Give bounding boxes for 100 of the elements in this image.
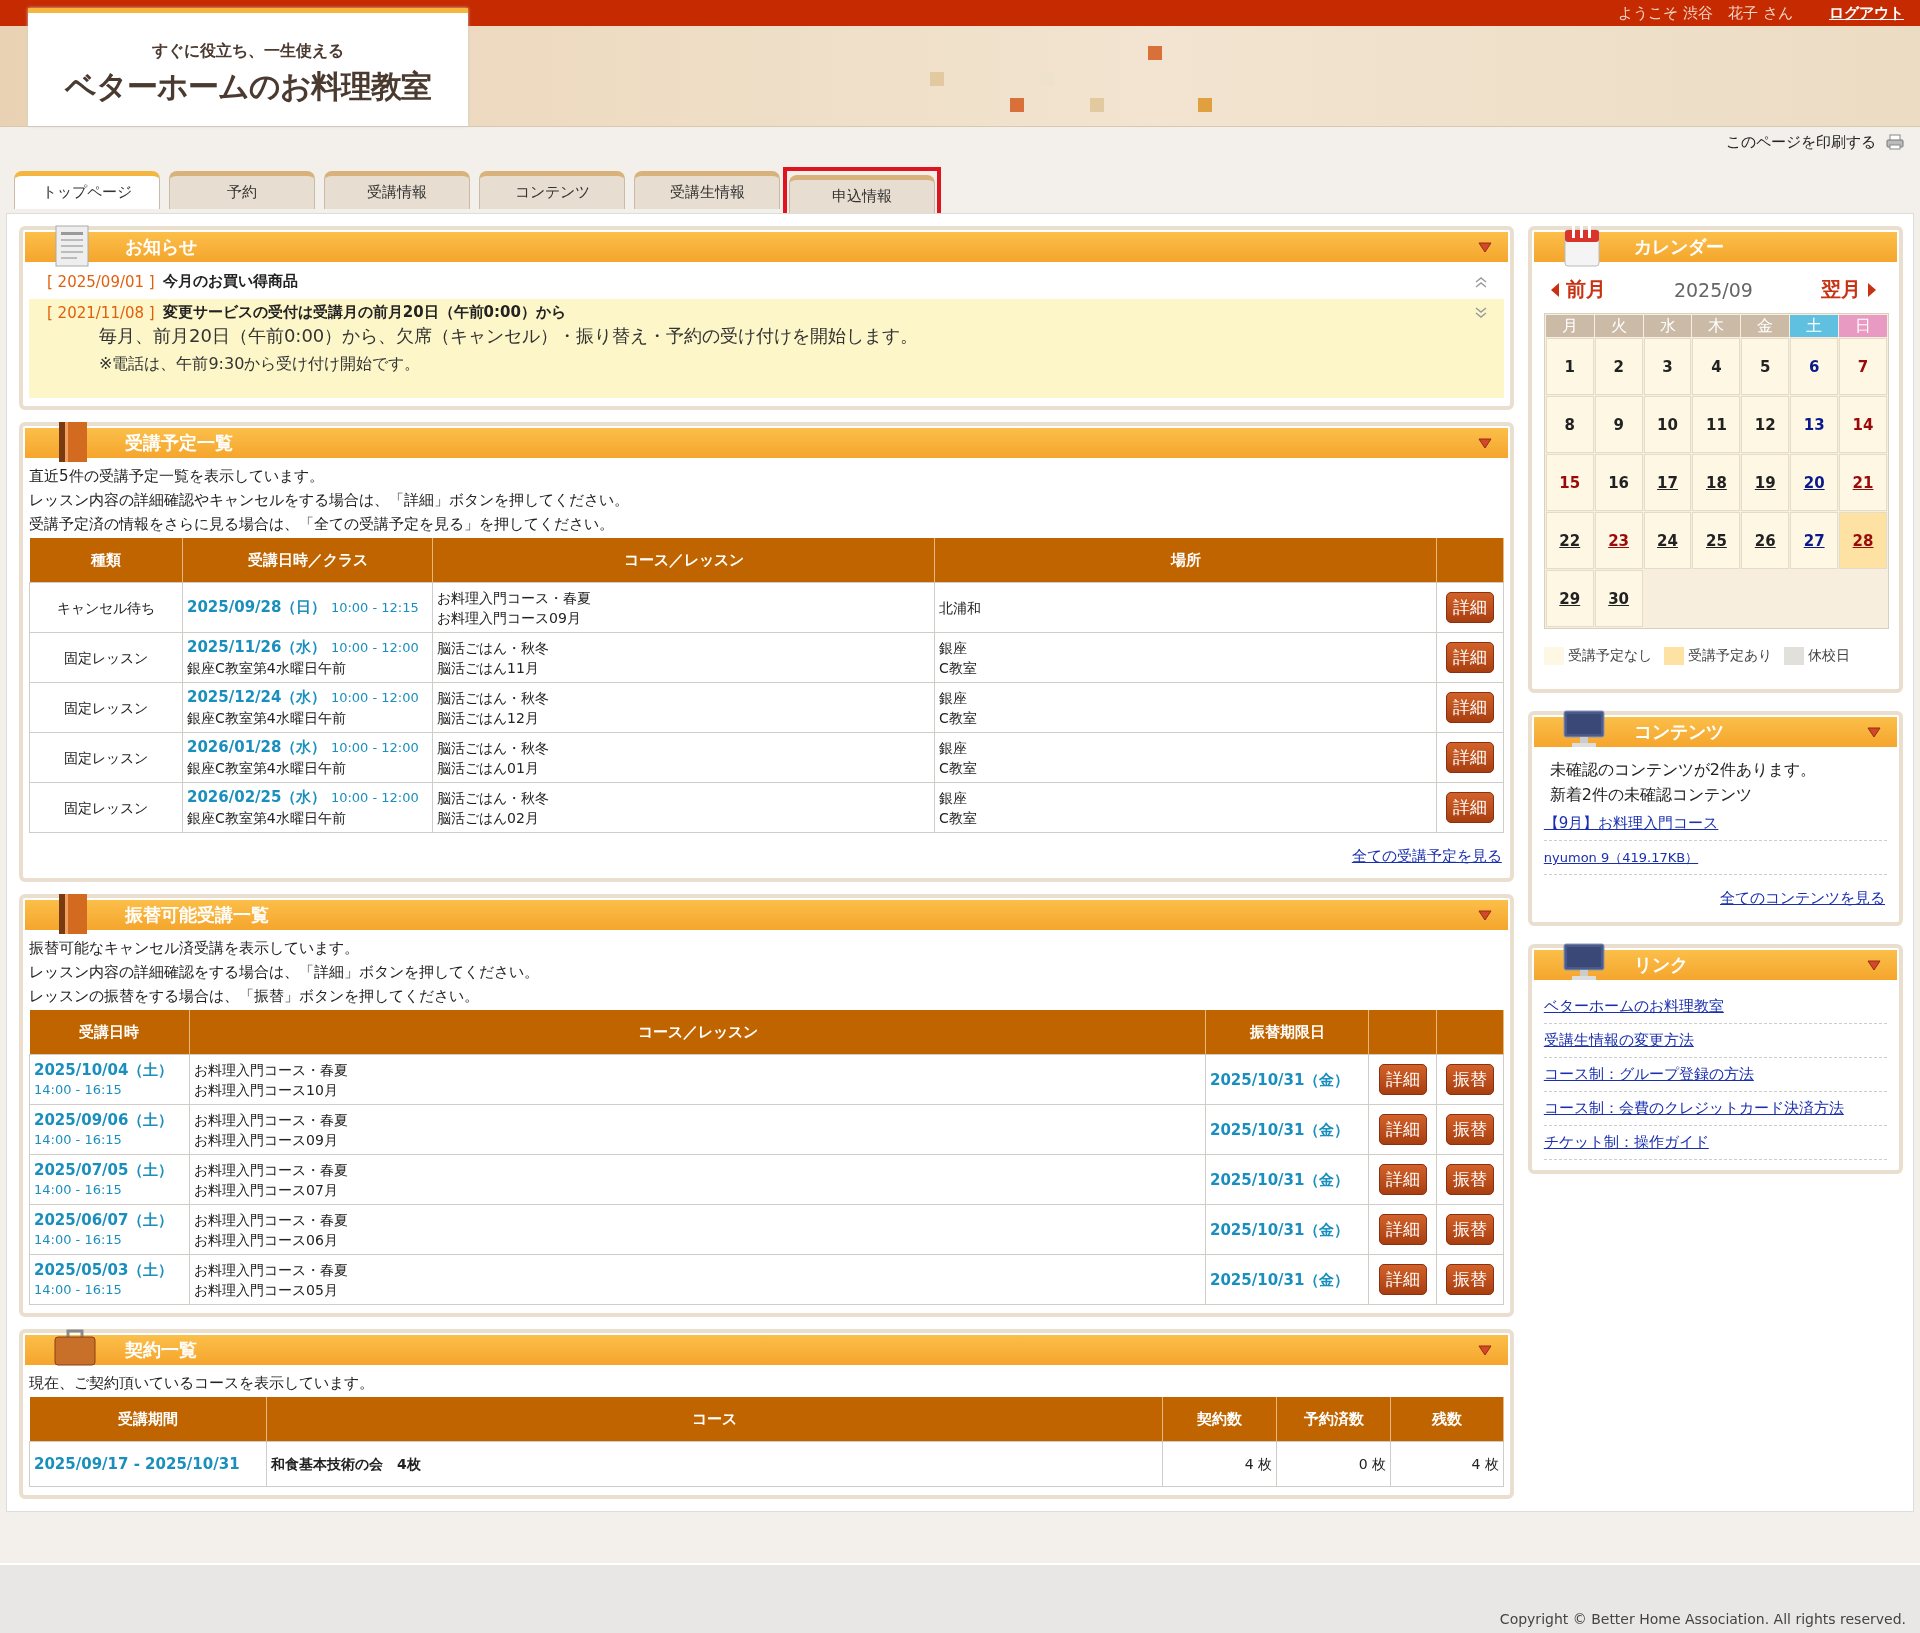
calendar-day[interactable]: 19 <box>1741 454 1790 511</box>
table-cell: 固定レッスン <box>29 782 183 833</box>
nav-tab[interactable]: トップページ <box>14 171 160 209</box>
nav-tab[interactable]: コンテンツ <box>479 171 625 209</box>
calendar-day[interactable]: 20 <box>1790 454 1839 511</box>
table-cell: 4 枚 <box>1162 1441 1277 1487</box>
view-all-link[interactable]: 全ての受講予定を見る <box>1351 847 1502 865</box>
lesson-time: 10:00 - 12:15 <box>330 600 419 615</box>
nav-tab[interactable]: 申込情報 <box>789 175 935 213</box>
logout-link[interactable]: ログアウト <box>1829 3 1904 23</box>
transfer-button[interactable]: 振替 <box>1445 1164 1494 1195</box>
course-name: 脳活ごはん12月 <box>437 708 540 728</box>
legend-label: 受講予定なし <box>1567 647 1652 665</box>
external-link[interactable]: 受講生情報の変更方法 <box>1543 1031 1694 1049</box>
collapse-icon[interactable] <box>1477 909 1492 921</box>
nav-tab[interactable]: 予約 <box>169 171 315 209</box>
transfer-button[interactable]: 振替 <box>1445 1214 1494 1245</box>
collapse-icon[interactable] <box>1477 437 1492 449</box>
detail-button[interactable]: 詳細 <box>1378 1214 1427 1245</box>
nav-tab[interactable]: 受講生情報 <box>634 171 780 209</box>
transfer-button[interactable]: 振替 <box>1445 1114 1494 1145</box>
lesson-time: 10:00 - 12:00 <box>330 640 419 655</box>
lesson-time: 10:00 - 12:00 <box>330 790 419 805</box>
collapse-icon[interactable] <box>1867 726 1881 738</box>
detail-button[interactable]: 詳細 <box>1445 592 1494 623</box>
collapse-icon[interactable] <box>1867 959 1881 971</box>
description-text: レッスン内容の詳細確認やキャンセルをする場合は、「詳細」ボタンを押してください。 <box>29 490 630 511</box>
calendar-day[interactable]: 27 <box>1790 512 1839 569</box>
course-name: お料理入門コース05月 <box>194 1280 339 1300</box>
calendar-day: 6 <box>1790 338 1839 395</box>
course-name: お料理入門コース・春夏 <box>194 1260 349 1280</box>
calendar-day: 12 <box>1741 396 1790 453</box>
detail-button[interactable]: 詳細 <box>1445 792 1494 823</box>
calendar-day: 3 <box>1643 338 1692 395</box>
calendar-day[interactable]: 21 <box>1839 454 1887 511</box>
calendar-day[interactable]: 23 <box>1594 512 1643 569</box>
external-link[interactable]: チケット制：操作ガイド <box>1543 1133 1709 1151</box>
place-name: 銀座 <box>939 638 968 658</box>
detail-button[interactable]: 詳細 <box>1378 1114 1427 1145</box>
detail-button[interactable]: 詳細 <box>1445 742 1494 773</box>
table-cell: キャンセル待ち <box>29 582 183 633</box>
notice-item[interactable]: [ 2025/09/01 ] 今月のお買い得商品 <box>29 268 1504 295</box>
detail-button[interactable]: 詳細 <box>1445 692 1494 723</box>
transfer-button[interactable]: 振替 <box>1445 1264 1494 1295</box>
notice-title: 今月のお買い得商品 <box>162 272 299 291</box>
copyright-text: Copyright © Better Home Association. All rights reserved. <box>1499 1611 1906 1627</box>
column-header: コース／レッスン <box>189 1010 1206 1055</box>
calendar-day: 10 <box>1643 396 1692 453</box>
detail-button[interactable]: 詳細 <box>1378 1264 1427 1295</box>
caret-icon <box>1549 281 1560 298</box>
collapse-icon[interactable] <box>1477 241 1492 253</box>
file-link[interactable]: nyumon 9（419.17KB） <box>1543 850 1699 865</box>
calendar-day[interactable]: 25 <box>1692 512 1741 569</box>
calendar-day[interactable]: 18 <box>1692 454 1741 511</box>
calendar-day[interactable]: 26 <box>1741 512 1790 569</box>
weekday-header: 金 <box>1741 315 1790 337</box>
calendar-day: 14 <box>1839 396 1887 453</box>
calendar-day[interactable]: 28 <box>1839 512 1887 569</box>
lesson-time: 14:00 - 16:15 <box>34 1180 123 1199</box>
nav-tab[interactable]: 受講情報 <box>324 171 470 209</box>
course-name: お料理入門コース・春夏 <box>194 1110 349 1130</box>
printer-icon[interactable] <box>1886 134 1904 150</box>
collapse-icon[interactable] <box>1477 1344 1492 1356</box>
lesson-date: 2025/12/24（水） <box>187 688 327 706</box>
table-cell: 固定レッスン <box>29 732 183 783</box>
notice-item[interactable]: [ 2021/11/08 ] 変更サービスの受付は受講月の前月20日（午前0:00）から 毎月、前月20日（午前0:00）から、欠席（キャンセル）・振り替え・予約の受け付けを開始します。 ※電話は、午前9:30から受け付け開始です。 <box>29 299 1504 398</box>
deadline-date: 2025/10/31（金） <box>1210 1070 1350 1089</box>
transfer-button[interactable]: 振替 <box>1445 1064 1494 1095</box>
detail-button[interactable]: 詳細 <box>1378 1064 1427 1095</box>
chevron-icon[interactable] <box>1473 275 1488 288</box>
contract-period: 2025/09/17 - 2025/10/31 <box>34 1455 240 1473</box>
calendar-day[interactable]: 22 <box>1545 512 1594 569</box>
external-link[interactable]: ベターホームのお料理教室 <box>1543 997 1724 1015</box>
view-all-link[interactable]: 全てのコンテンツを見る <box>1720 889 1885 907</box>
detail-button[interactable]: 詳細 <box>1445 642 1494 673</box>
external-link[interactable]: コース制：グループ登録の方法 <box>1543 1065 1754 1083</box>
detail-button[interactable]: 詳細 <box>1378 1164 1427 1195</box>
logo-name: ベターホームのお料理教室 <box>65 67 431 106</box>
chevron-icon[interactable] <box>1473 306 1488 319</box>
print-link[interactable]: このページを印刷する <box>1726 132 1876 152</box>
previous-month-button[interactable]: 前月 <box>1549 276 1606 303</box>
logo[interactable]: すぐに役立ち、一生使える ベターホームのお料理教室 <box>28 8 468 126</box>
lesson-date: 2026/02/25（水） <box>187 788 327 806</box>
calendar-day[interactable]: 24 <box>1643 512 1692 569</box>
next-month-button[interactable]: 翌月 <box>1821 276 1877 303</box>
calendar-day[interactable]: 30 <box>1594 570 1643 627</box>
contents-link[interactable]: 【9月】お料理入門コース <box>1543 814 1719 832</box>
notice-date: [ 2025/09/01 ] <box>47 272 155 291</box>
table-cell: 4 枚 <box>1390 1441 1504 1487</box>
calendar-day: 1 <box>1545 338 1594 395</box>
place-name: 銀座 <box>939 738 968 758</box>
briefcase-icon <box>53 1327 97 1367</box>
lesson-time: 14:00 - 16:15 <box>34 1230 123 1249</box>
course-name: お料理入門コース09月 <box>437 608 582 628</box>
monitor-icon <box>1561 709 1606 749</box>
course-name: 脳活ごはん・秋冬 <box>437 688 550 708</box>
calendar-day[interactable]: 29 <box>1545 570 1594 627</box>
place-name: 銀座 <box>939 688 968 708</box>
external-link[interactable]: コース制：会費のクレジットカード決済方法 <box>1543 1099 1844 1117</box>
calendar-day[interactable]: 17 <box>1643 454 1692 511</box>
